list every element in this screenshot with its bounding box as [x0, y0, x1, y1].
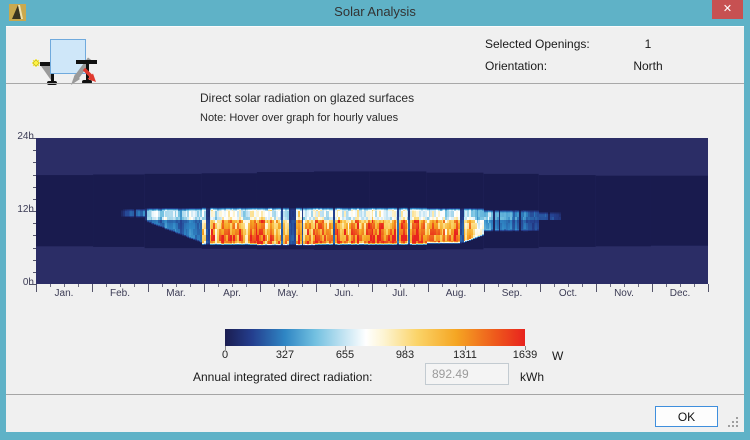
annual-radiation-unit: kWh	[520, 370, 544, 384]
colorbar-tick-label: 983	[395, 349, 415, 361]
x-tick-week	[344, 284, 345, 287]
y-axis-label-24h: 24h	[17, 131, 34, 142]
y-tick	[33, 198, 36, 200]
month-label: Jan.	[54, 288, 74, 299]
x-tick-week	[302, 284, 303, 287]
x-tick-week	[610, 284, 611, 287]
x-tick-week	[624, 284, 625, 287]
dialog-content: Selected Openings: 1 Orientation: North …	[6, 26, 744, 432]
x-tick-week	[120, 284, 121, 287]
x-tick-week	[400, 284, 401, 287]
month-label: Dec.	[669, 288, 691, 299]
x-tick-month	[708, 284, 709, 292]
month-label: Jul.	[392, 288, 408, 299]
x-tick-week	[414, 284, 415, 287]
y-axis-label-0h: 0h	[22, 277, 34, 288]
x-tick-week	[134, 284, 135, 287]
x-tick-week	[498, 284, 499, 287]
selected-openings-label: Selected Openings:	[485, 37, 590, 51]
heatmap-canvas[interactable]	[36, 138, 708, 284]
orientation-value: North	[633, 59, 663, 73]
sun-on-opening-button[interactable]	[14, 39, 61, 85]
x-tick-week	[190, 284, 191, 287]
resize-grip-icon[interactable]	[727, 417, 740, 429]
x-tick-week	[176, 284, 177, 287]
x-tick-week	[288, 284, 289, 287]
x-tick-week	[78, 284, 79, 287]
x-tick-week	[246, 284, 247, 287]
y-tick	[33, 186, 36, 188]
month-label: Aug.	[445, 288, 467, 299]
colorbar-tick-label: 655	[335, 349, 355, 361]
month-label: Feb.	[109, 288, 130, 299]
x-tick-week	[694, 284, 695, 287]
x-tick-week	[470, 284, 471, 287]
month-label: Oct.	[558, 288, 578, 299]
y-tick	[33, 235, 36, 237]
y-tick	[33, 223, 36, 225]
y-tick	[33, 150, 36, 152]
close-button[interactable]: ✕	[712, 0, 743, 19]
ok-button[interactable]: OK	[655, 406, 718, 427]
selected-openings-value: 1	[644, 37, 652, 51]
y-axis-label-12h: 12h	[17, 204, 34, 215]
x-tick-week	[554, 284, 555, 287]
x-axis-month-labels: Jan. Feb. Mar. Apr. May. Jun. Jul. Aug. Sep. Oct.…	[36, 288, 708, 302]
chart-title: Direct solar radiation on glazed surface…	[200, 91, 415, 105]
footer-divider	[6, 394, 744, 395]
annual-radiation-field[interactable]	[425, 363, 509, 385]
y-tick	[30, 211, 36, 212]
month-label: Nov.	[614, 288, 634, 299]
colorbar-unit: W	[552, 349, 564, 363]
x-tick-week	[232, 284, 233, 287]
x-tick-week	[442, 284, 443, 287]
y-tick	[33, 271, 36, 273]
x-tick-week	[568, 284, 569, 287]
y-tick	[33, 162, 36, 164]
colorbar-tick-label: 1311	[453, 349, 477, 361]
window-title: Solar Analysis	[334, 4, 416, 19]
y-tick	[33, 174, 36, 176]
x-tick-week	[456, 284, 457, 287]
y-tick	[33, 259, 36, 261]
title-bar[interactable]: Solar Analysis ✕	[0, 0, 750, 26]
x-tick-week	[218, 284, 219, 287]
x-tick-week	[162, 284, 163, 287]
x-tick-week	[680, 284, 681, 287]
x-tick-week	[526, 284, 527, 287]
colorbar-labels: 0 327 655 983 1311 1639	[222, 349, 537, 363]
month-label: Apr.	[223, 288, 241, 299]
colorbar-tick-label: 1639	[512, 349, 538, 361]
x-tick-week	[50, 284, 51, 287]
x-tick-week	[638, 284, 639, 287]
month-label: May.	[277, 288, 299, 299]
colorbar-tick-label: 0	[221, 349, 229, 361]
colorbar-tick-label: 327	[275, 349, 295, 361]
y-tick	[33, 247, 36, 249]
x-tick-week	[582, 284, 583, 287]
x-tick-week	[64, 284, 65, 287]
annual-radiation-label: Annual integrated direct radiation:	[193, 370, 373, 384]
x-tick-week	[666, 284, 667, 287]
x-tick-week	[386, 284, 387, 287]
month-label: Sep.	[501, 288, 523, 299]
x-tick-week	[274, 284, 275, 287]
month-label: Jun.	[334, 288, 354, 299]
x-tick-week	[106, 284, 107, 287]
solar-analysis-button[interactable]	[50, 39, 97, 85]
solar-analysis-dialog: Solar Analysis ✕ Selected Openings: 1 Or…	[0, 0, 750, 440]
chart-note: Note: Hover over graph for hourly values	[200, 112, 399, 124]
colorbar-gradient	[225, 329, 525, 346]
y-tick	[30, 138, 36, 139]
x-tick-week	[512, 284, 513, 287]
month-label: Mar.	[166, 288, 186, 299]
x-tick-week	[330, 284, 331, 287]
header-divider	[6, 83, 744, 84]
orientation-label: Orientation:	[485, 59, 548, 73]
x-tick-week	[358, 284, 359, 287]
